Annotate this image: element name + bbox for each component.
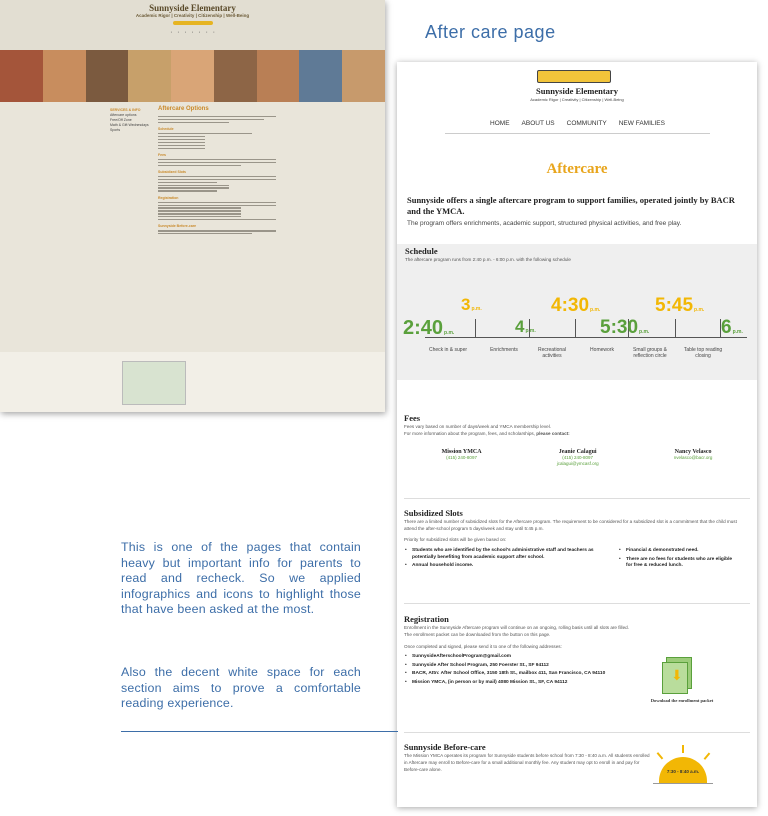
timeline-axis	[425, 337, 747, 338]
horizon-line	[653, 783, 713, 784]
before-care-heading: Sunnyside Before-care	[404, 742, 486, 752]
connector-line	[121, 731, 398, 732]
time-label: 3p.m.	[461, 295, 482, 314]
address-item: SunnysideAfterschoolProgram@gmail.com	[404, 654, 634, 661]
old-tagline: Academic Rigor | Creativity | Citizenshi…	[135, 13, 250, 18]
contact-email[interactable]: nvelasco@bacr.org	[674, 455, 713, 461]
old-sidebar: SERVICES & INFO Aftercare options Free/O…	[110, 108, 149, 133]
activity-label: Enrichments	[490, 347, 518, 353]
contact-phone[interactable]: (415) 240-8097	[442, 455, 482, 461]
registration-text: The enrollment packet can be downloaded …	[404, 632, 551, 637]
before-care-text: The Mission YMCA operates its program fo…	[404, 753, 650, 772]
address-item: BACR, Attn: After School Office, 3150 18…	[404, 671, 634, 678]
old-section-heading: Registration	[158, 195, 179, 200]
old-footer	[0, 352, 385, 412]
old-page-title: Aftercare Options	[158, 106, 209, 112]
contact-email[interactable]: jcalagui@ymcasf.org	[557, 461, 599, 467]
time-label: 4p.m.	[515, 317, 536, 336]
contacts: Mission YMCA (415) 240-8097 Jeanie Calag…	[404, 449, 750, 467]
old-nav-item[interactable]: ▪	[213, 30, 214, 34]
divider	[404, 498, 750, 499]
activity-label: Small groups & reflection circle	[633, 347, 667, 359]
main-nav: HOME ABOUT US COMMUNITY NEW FAMILIES	[445, 120, 710, 134]
time-label: 6p.m.	[721, 317, 743, 338]
old-header: Sunnyside Elementary Academic Rigor | Cr…	[0, 0, 385, 50]
before-care-section: Sunnyside Before-care The Mission YMCA o…	[404, 742, 654, 773]
heading-label: After care page	[425, 22, 556, 42]
schedule-section: Schedule The aftercare program runs from…	[397, 244, 757, 380]
registration-heading: Registration	[404, 614, 449, 624]
old-section-heading: Schedule	[158, 127, 174, 132]
priority-bullet: Financial & demonstrated need.	[618, 548, 738, 555]
registration-text: Enrollment in the Sunnyside Aftercare pr…	[404, 625, 629, 630]
fees-section: Fees Fees vary based on number of days/w…	[404, 413, 750, 467]
schedule-timeline: 2:40p.m. 3p.m. 4p.m. 4:30p.m. 5:30p.m. 5…	[403, 295, 747, 379]
subsidized-text: There are a limited number of subsidized…	[404, 519, 737, 531]
schedule-text: The aftercare program runs from 2:40 p.m…	[405, 257, 571, 262]
nav-community[interactable]: COMMUNITY	[567, 120, 607, 127]
contact-card: Jeanie Calagui (415) 240-8097 jcalagui@y…	[557, 449, 599, 467]
old-main-content: Aftercare Options Schedule Fees Subsidiz…	[158, 106, 276, 236]
logo-title: Sunnyside Elementary	[536, 86, 618, 96]
old-nav-item[interactable]: ▪	[171, 30, 172, 34]
logo-subtitle: Academic Rigor | Creativity | Citizenshi…	[530, 97, 624, 102]
intro: Sunnyside offers a single aftercare prog…	[397, 195, 757, 227]
old-nav: ▪ ▪ ▪ ▪ ▪ ▪ ▪	[0, 27, 385, 34]
subsidized-section: Subsidized Slots There are a limited num…	[404, 508, 750, 572]
priority-bullet: There are no fees for students who are e…	[618, 557, 738, 570]
divider	[404, 732, 750, 733]
fees-line1: Fees vary based on number of days/week a…	[404, 424, 551, 429]
activity-label: Table top reading closing	[683, 347, 723, 359]
download-packet-link[interactable]: Download the enrollment packet	[647, 698, 717, 704]
registration-section: Registration Enrollment in the Sunnyside…	[404, 614, 750, 688]
subsidized-priority: Priority for subsidized slots will be gi…	[404, 537, 507, 542]
old-section-heading: Subsidized Slots	[158, 169, 187, 174]
old-section-heading: Sunnyside Before-care	[158, 224, 197, 229]
activity-label: Homework	[590, 347, 614, 353]
priority-bullet: Annual household income.	[404, 563, 604, 570]
description-paragraph: Also the decent white space for each sec…	[121, 665, 361, 710]
new-page-screenshot: Sunnyside Elementary Academic Rigor | Cr…	[397, 62, 757, 807]
old-section-heading: Fees	[158, 152, 166, 157]
time-label: 2:40p.m.	[403, 317, 455, 339]
address-item: Sunnyside After School Program, 250 Foer…	[404, 663, 634, 670]
sun-icon: 7:30 - 8:40 a.m.	[659, 757, 707, 783]
contact-card: Nancy Velasco nvelasco@bacr.org	[674, 449, 713, 467]
old-nav-item[interactable]: ▪	[178, 30, 179, 34]
old-school-name: Sunnyside Elementary	[149, 3, 236, 13]
download-arrow-icon[interactable]: ⬇	[671, 667, 683, 684]
fees-line2: For more information about the program, …	[404, 431, 570, 436]
registration-text: Once completed and signed, please send i…	[404, 644, 562, 649]
old-page-screenshot: Sunnyside Elementary Academic Rigor | Cr…	[0, 0, 385, 412]
page-title: Aftercare	[546, 161, 608, 177]
subsidized-heading: Subsidized Slots	[404, 508, 463, 518]
pencil-logo-icon	[537, 70, 611, 83]
old-photo-banner	[0, 50, 385, 102]
old-nav-item[interactable]: ▪	[206, 30, 207, 34]
intro-lead: Sunnyside offers a single aftercare prog…	[407, 195, 735, 216]
nav-about-us[interactable]: ABOUT US	[522, 120, 555, 127]
fees-heading: Fees	[404, 413, 421, 423]
time-label: 5:30p.m.	[600, 317, 650, 338]
nav-new-families[interactable]: NEW FAMILIES	[619, 120, 665, 127]
contact-card: Mission YMCA (415) 240-8097	[442, 449, 482, 467]
old-pencil-logo	[172, 21, 213, 25]
activity-label: Check in & super	[428, 347, 468, 353]
activity-label: Recreational activities	[537, 347, 567, 359]
old-sidebar-item[interactable]: Sports	[110, 128, 149, 133]
intro-text: The program offers enrichments, academic…	[407, 220, 682, 227]
priority-bullet: Students who are identified by the schoo…	[404, 548, 604, 561]
old-map[interactable]	[122, 361, 186, 405]
description-paragraph: This is one of the pages that contain he…	[121, 540, 361, 616]
time-label: 5:45p.m.	[655, 295, 705, 316]
old-nav-item[interactable]: ▪	[199, 30, 200, 34]
schedule-heading: Schedule	[405, 246, 438, 256]
nav-home[interactable]: HOME	[490, 120, 510, 127]
address-item: Mission YMCA, (in person or by mail) 408…	[404, 680, 634, 687]
old-nav-item[interactable]: ▪	[192, 30, 193, 34]
divider	[404, 603, 750, 604]
old-nav-item[interactable]: ▪	[185, 30, 186, 34]
time-label: 4:30p.m.	[551, 295, 601, 316]
